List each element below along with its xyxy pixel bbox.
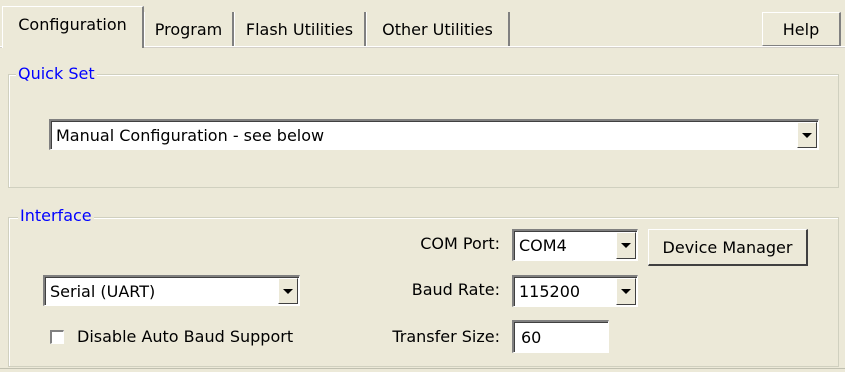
device-manager-button[interactable]: Device Manager: [648, 229, 808, 266]
device-manager-label: Device Manager: [662, 237, 793, 257]
tab-other-utilities-label: Other Utilities: [382, 19, 493, 39]
chevron-down-icon[interactable]: [797, 122, 817, 148]
baud-rate-value: 115200: [519, 282, 581, 301]
transfer-size-input[interactable]: 60: [512, 320, 609, 353]
tab-program[interactable]: Program: [144, 12, 234, 46]
quick-set-value: Manual Configuration - see below: [56, 125, 325, 145]
quick-set-select[interactable]: Manual Configuration - see below: [49, 119, 819, 150]
help-button[interactable]: Help: [762, 12, 841, 46]
tab-other-utilities[interactable]: Other Utilities: [366, 12, 510, 46]
tab-configuration-label: Configuration: [18, 15, 127, 34]
interface-legend: Interface: [18, 206, 94, 226]
tab-program-label: Program: [154, 19, 223, 39]
tab-flash-utilities[interactable]: Flash Utilities: [234, 12, 366, 46]
com-port-select[interactable]: COM4: [512, 229, 638, 261]
baud-rate-select[interactable]: 115200: [512, 275, 638, 307]
transfer-size-label: Transfer Size:: [392, 327, 500, 346]
interface-type-value: Serial (UART): [50, 281, 156, 301]
quick-set-legend: Quick Set: [16, 64, 97, 84]
tab-configuration[interactable]: Configuration: [2, 6, 144, 48]
transfer-size-value: 60: [521, 327, 542, 347]
tab-strip: Configuration Program Flash Utilities Ot…: [0, 0, 845, 48]
interface-type-select[interactable]: Serial (UART): [43, 275, 300, 306]
bottom-divider: [0, 368, 845, 369]
chevron-down-icon[interactable]: [616, 278, 636, 305]
help-button-label: Help: [782, 19, 820, 39]
disable-auto-baud-label: Disable Auto Baud Support: [77, 327, 294, 346]
com-port-value: COM4: [519, 236, 567, 255]
com-port-label: COM Port:: [420, 234, 500, 253]
disable-auto-baud-checkbox[interactable]: [50, 330, 64, 344]
chevron-down-icon[interactable]: [616, 232, 636, 259]
baud-rate-label: Baud Rate:: [411, 280, 500, 299]
tab-flash-utilities-label: Flash Utilities: [245, 19, 354, 39]
chevron-down-icon[interactable]: [278, 278, 298, 304]
